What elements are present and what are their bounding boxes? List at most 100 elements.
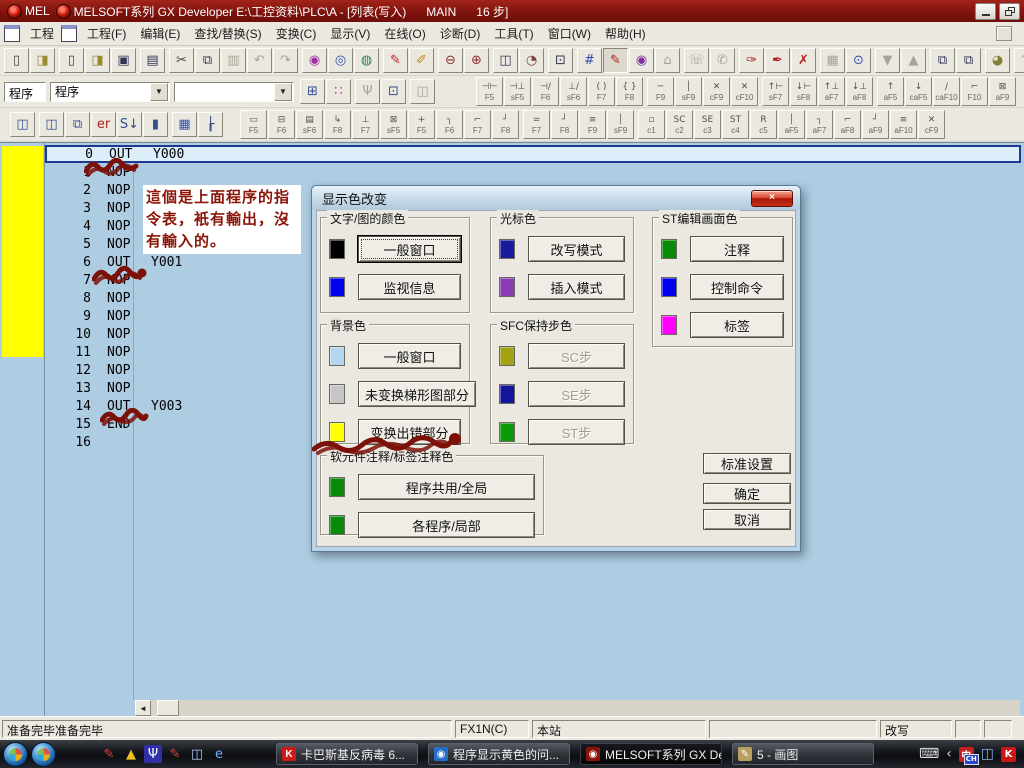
list-row[interactable]: 0OUTY000: [45, 145, 1021, 163]
child-window-button[interactable]: [996, 26, 1012, 41]
program-list-button[interactable]: ◫: [410, 79, 435, 104]
ladder-symbol-button-F8[interactable]: ┘F8: [551, 110, 578, 139]
ql-anchor-icon[interactable]: Ψ: [144, 745, 162, 763]
new-project-button[interactable]: ▯: [4, 48, 29, 73]
device-batch-monitor-button[interactable]: ⊡: [381, 79, 406, 104]
list-row[interactable]: 1NOP: [45, 163, 1021, 181]
task-button[interactable]: ◉MELSOFT系列 GX De...: [580, 743, 722, 765]
ladder-symbol-button-sF5[interactable]: ⊠sF5: [380, 110, 407, 139]
find-string-button[interactable]: ◍: [354, 48, 379, 73]
ladder-tree-button[interactable]: #: [577, 48, 602, 73]
entry-monitor-button[interactable]: ⊙: [846, 48, 871, 73]
menu-window[interactable]: 窗口(W): [541, 22, 598, 45]
ladder-symbol-button-F5[interactable]: ▭F5: [240, 110, 267, 139]
chevron-down-icon[interactable]: ▼: [150, 83, 168, 101]
screen-switch-button[interactable]: ◫: [493, 48, 518, 73]
ladder-symbol-button-aF7[interactable]: ↑⊥aF7: [818, 77, 845, 106]
ladder-symbol-button-sF6[interactable]: ▤sF6: [296, 110, 323, 139]
ladder-symbol-button-F9[interactable]: ─F9: [647, 77, 674, 106]
device-grid-button[interactable]: ▦: [172, 112, 197, 137]
edit-hand-button[interactable]: ⌂: [655, 48, 680, 73]
ladder-symbol-button-F7[interactable]: ⊥F7: [352, 110, 379, 139]
step-run-button[interactable]: S↓: [117, 112, 142, 137]
kaspersky-tray-icon[interactable]: K: [1001, 747, 1016, 762]
ladder-symbol-button-sF7[interactable]: ↑⊢sF7: [762, 77, 789, 106]
ladder-symbol-button-sF9[interactable]: │sF9: [675, 77, 702, 106]
find-device-button[interactable]: ◎: [328, 48, 353, 73]
menu-online[interactable]: 在线(O): [377, 22, 432, 45]
ladder-symbol-button-F7[interactable]: =F7: [523, 110, 550, 139]
standard-settings-button[interactable]: 标准设置: [703, 453, 791, 474]
project-find-button[interactable]: ◔: [519, 48, 544, 73]
close-button[interactable]: ×: [751, 190, 793, 207]
verify-plc-button[interactable]: ✗: [791, 48, 816, 73]
monitor-start-button[interactable]: ◫: [10, 112, 35, 137]
color-select-button[interactable]: 未变换梯形图部分: [358, 381, 476, 407]
color-select-button[interactable]: 程序共用/全局: [358, 474, 535, 500]
device-write-button[interactable]: ✎: [383, 48, 408, 73]
label-list-button[interactable]: ⊡: [548, 48, 573, 73]
color-select-button[interactable]: 标签: [690, 312, 784, 338]
color-select-button[interactable]: 一般窗口: [358, 236, 461, 262]
comment-zoom-button[interactable]: ◕: [985, 48, 1010, 73]
write-to-plc-button[interactable]: ✑: [739, 48, 764, 73]
open-project-button[interactable]: ◨: [30, 48, 55, 73]
redo-button[interactable]: ↷: [273, 48, 298, 73]
ladder-symbol-button-aF10[interactable]: ≡aF10: [890, 110, 917, 139]
device-test-button[interactable]: ✐: [409, 48, 434, 73]
ladder-symbol-button-cF9[interactable]: ✕cF9: [918, 110, 945, 139]
ladder-symbol-button-sF9[interactable]: │sF9: [607, 110, 634, 139]
zoom-out-button[interactable]: ⊖: [438, 48, 463, 73]
ladder-symbol-button-F5[interactable]: ⊣⊢F5: [476, 77, 503, 106]
ladder-symbol-button-F5[interactable]: +F5: [408, 110, 435, 139]
chevron-left-icon[interactable]: ‹: [946, 746, 952, 762]
ladder-symbol-button-F6[interactable]: ⊟F6: [268, 110, 295, 139]
ok-button[interactable]: 确定: [703, 483, 791, 504]
ladder-symbol-button-caF5[interactable]: ↓caF5: [905, 77, 932, 106]
ladder-symbol-button-aF9[interactable]: ⊠aF9: [989, 77, 1016, 106]
paste-button[interactable]: ▥: [221, 48, 246, 73]
window-jump-button[interactable]: ⧉: [956, 48, 981, 73]
ladder-symbol-button-F8[interactable]: ↳F8: [324, 110, 351, 139]
network-tray-icon[interactable]: ◫: [981, 746, 994, 762]
device-select[interactable]: ▼: [174, 82, 294, 102]
ladder-symbol-button-aF7[interactable]: ┐aF7: [806, 110, 833, 139]
menu-project[interactable]: 工程(F): [80, 22, 133, 45]
menu-diagnostics[interactable]: 诊断(D): [433, 22, 488, 45]
ladder-symbol-button-F6[interactable]: ⊣/F6: [532, 77, 559, 106]
ql-warning-icon[interactable]: ▲: [122, 745, 140, 763]
color-select-button[interactable]: 变换出错部分: [358, 419, 461, 445]
color-select-button[interactable]: 各程序/局部: [358, 512, 535, 538]
ladder-symbol-button-aF5[interactable]: ↑aF5: [877, 77, 904, 106]
ladder-symbol-button-c5[interactable]: Rc5: [750, 110, 777, 139]
branch-write-button[interactable]: ┟: [198, 112, 223, 137]
program-select[interactable]: 程序 ▼: [50, 82, 170, 102]
open-project-button[interactable]: ◨: [85, 48, 110, 73]
program-check-error-button[interactable]: er: [91, 112, 116, 137]
device-monitor-button[interactable]: Ψ: [355, 79, 380, 104]
sampling-trace-button[interactable]: ▼: [875, 48, 900, 73]
color-select-button[interactable]: 插入模式: [528, 274, 625, 300]
color-select-button[interactable]: 一般窗口: [358, 343, 461, 369]
ladder-symbol-button-F8[interactable]: { }F8: [616, 77, 643, 106]
menu-find-replace[interactable]: 查找/替换(S): [187, 22, 268, 45]
monitor-start-button[interactable]: ◫: [39, 112, 64, 137]
minimize-button[interactable]: [975, 3, 996, 20]
color-select-button[interactable]: 改写模式: [528, 236, 625, 262]
horizontal-scrollbar[interactable]: ◄: [135, 700, 1020, 716]
ladder-symbol-button-c4[interactable]: STc4: [722, 110, 749, 139]
ladder-symbol-button-sF5[interactable]: ⊣⊥sF5: [504, 77, 531, 106]
ladder-symbol-button-sF8[interactable]: ↓⊢sF8: [790, 77, 817, 106]
undo-button[interactable]: ↶: [247, 48, 272, 73]
menu-convert[interactable]: 变换(C): [269, 22, 324, 45]
ladder-symbol-button-aF8[interactable]: ↓⊥aF8: [846, 77, 873, 106]
save-project-button[interactable]: ▣: [111, 48, 136, 73]
ladder-symbol-button-F9[interactable]: ≡F9: [579, 110, 606, 139]
ladder-symbol-button-c3[interactable]: SEc3: [694, 110, 721, 139]
ladder-symbol-button-cF9[interactable]: ✕cF9: [703, 77, 730, 106]
read-from-plc-button[interactable]: ✒: [765, 48, 790, 73]
window-jump-button[interactable]: ⧉: [930, 48, 955, 73]
chevron-down-icon[interactable]: ▼: [274, 83, 292, 101]
dialog-title-bar[interactable]: 显示色改变: [312, 186, 800, 210]
ql-display-icon[interactable]: ◫: [188, 745, 206, 763]
